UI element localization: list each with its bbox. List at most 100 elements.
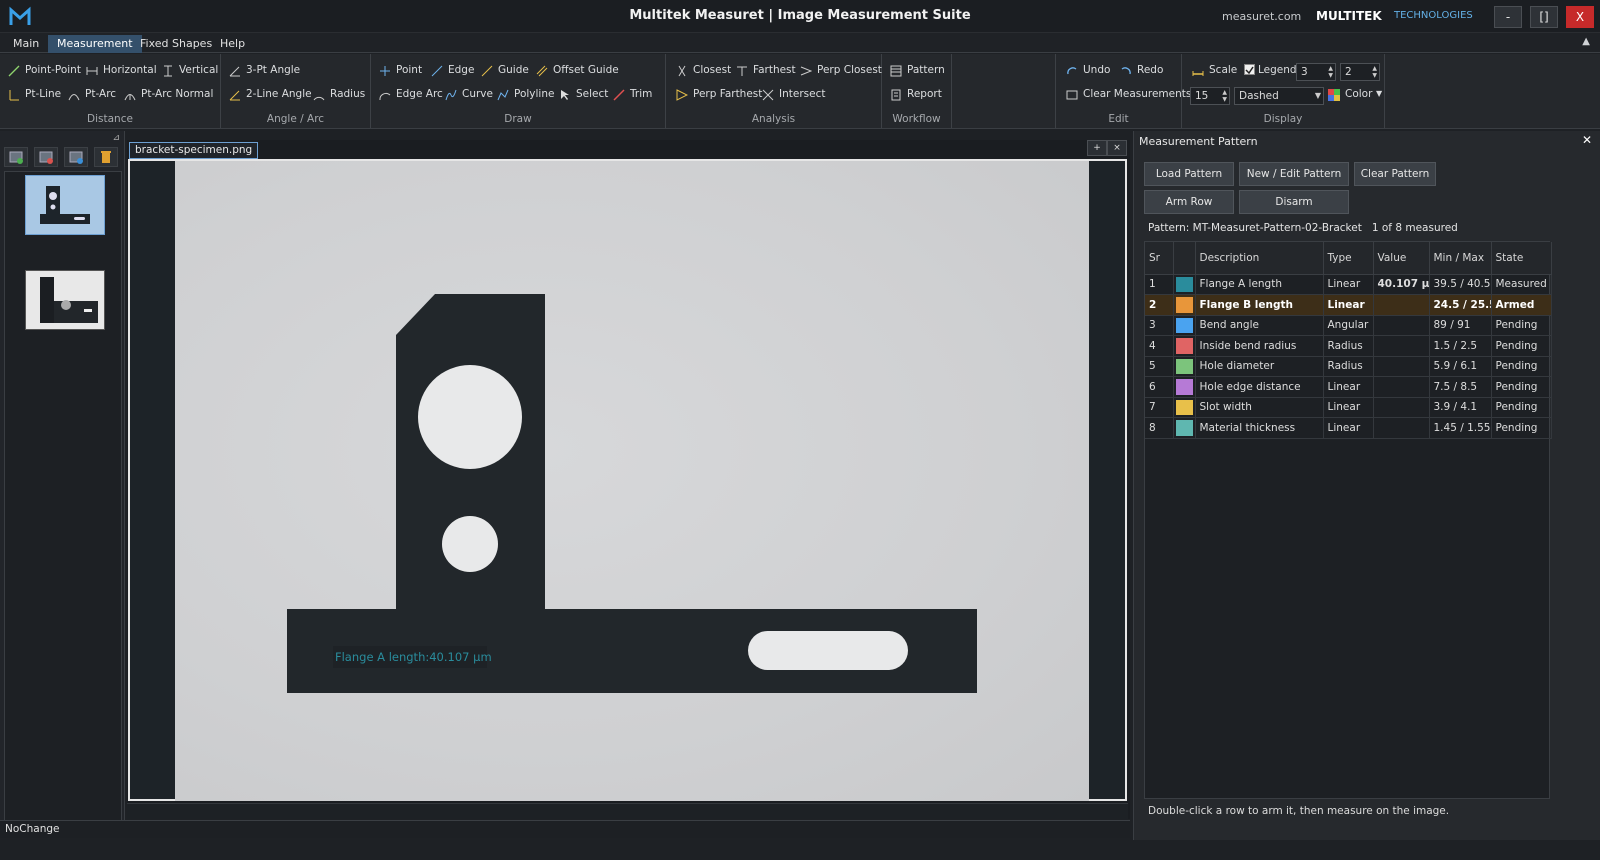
spinner-3-value: 15	[1195, 90, 1209, 102]
farthest-label: Farthest	[753, 64, 796, 76]
color-dropdown-icon[interactable]: ▼	[1376, 84, 1382, 104]
load-pattern-button[interactable]: Load Pattern	[1144, 162, 1234, 186]
table-row[interactable]: 1 Flange A lengthLinear40.107 µ...39.5 / …	[1145, 274, 1552, 295]
cell-type: Linear	[1323, 417, 1374, 439]
specimen-image[interactable]: Flange A length:40.107 µm	[175, 161, 1089, 801]
cell-color	[1173, 356, 1196, 377]
spinner-arrows-icon[interactable]: ▲ ▼	[1222, 89, 1227, 103]
menu-main[interactable]: Main	[4, 35, 48, 53]
clear-pattern-button[interactable]: Clear Pattern	[1354, 162, 1436, 186]
cell-type: Linear	[1323, 397, 1374, 418]
pin-icon[interactable]: ⊿	[112, 133, 120, 143]
legend-spinner-2[interactable]: 2 ▲ ▼	[1340, 63, 1380, 81]
cell-value: 40.107 µ...	[1373, 274, 1430, 295]
trash-icon	[101, 151, 111, 163]
chevron-down-icon[interactable]: ▼	[1315, 92, 1321, 100]
cell-type: Angular	[1323, 315, 1374, 336]
close-tab-button[interactable]: ×	[1107, 140, 1127, 156]
brand-name: MULTITEK	[1316, 9, 1382, 23]
spinner-1-value: 3	[1301, 66, 1308, 78]
add-image-icon	[9, 151, 23, 164]
arm-row-button[interactable]: Arm Row	[1144, 190, 1234, 214]
trim-label: Trim	[630, 88, 653, 100]
new-edit-pattern-button[interactable]: New / Edit Pattern	[1239, 162, 1349, 186]
group-title-workflow: Workflow	[892, 113, 941, 125]
spinner-2-value: 2	[1345, 66, 1352, 78]
cell-value	[1373, 397, 1430, 418]
column-header-state[interactable]: State	[1491, 242, 1552, 275]
table-row[interactable]: 8 Material thickness Linear 1.45 / 1.55 Pend…	[1145, 417, 1552, 439]
column-header-description[interactable]: Description	[1195, 242, 1324, 275]
thumbnail-bracket[interactable]	[25, 175, 105, 235]
pattern-info: Pattern: MT-Measuret-Pattern-02-Bracket …	[1148, 222, 1458, 234]
cell-sr: 2	[1145, 294, 1174, 316]
cell-color	[1173, 294, 1196, 316]
cell-color	[1173, 417, 1196, 439]
cell-minmax: 39.5 / 40.5	[1429, 274, 1492, 295]
remove-image-icon	[39, 151, 53, 164]
draw-edge-label: Edge	[448, 64, 475, 76]
column-header-minmax[interactable]: Min / Max	[1429, 242, 1492, 275]
vertical-label: Vertical	[179, 64, 219, 76]
table-row[interactable]: 3 Bend angle Angular 89 / 91 Pending	[1145, 315, 1552, 336]
cell-minmax: 5.9 / 6.1	[1429, 356, 1492, 377]
cell-state: Armed	[1491, 294, 1552, 316]
line-width-spinner[interactable]: 15 ▲ ▼	[1190, 87, 1230, 105]
remove-image-button[interactable]	[34, 147, 58, 167]
spinner-arrows-icon[interactable]: ▲ ▼	[1372, 65, 1377, 79]
cell-color	[1173, 274, 1196, 295]
horizontal-label: Horizontal	[103, 64, 157, 76]
close-window-button[interactable]: X	[1566, 6, 1594, 28]
legend-spinner-1[interactable]: 3 ▲ ▼	[1296, 63, 1336, 81]
cell-color	[1173, 376, 1196, 398]
cell-type: Linear	[1323, 294, 1374, 316]
table-row[interactable]: 7 Slot width Linear 3.9 / 4.1 Pending	[1145, 397, 1552, 418]
cell-type: Radius	[1323, 356, 1374, 377]
line-style-select[interactable]: Dashed ▼	[1234, 87, 1324, 105]
menu-help[interactable]: Help	[211, 35, 254, 53]
menu-fixed-shapes[interactable]: Fixed Shapes	[131, 35, 221, 53]
vertical-icon	[164, 65, 172, 77]
table-row[interactable]: 5 Hole diameter Radius 5.9 / 6.1 Pending	[1145, 356, 1552, 377]
disarm-button[interactable]: Disarm	[1239, 190, 1349, 214]
menu-bar: Main Measurement Fixed Shapes Help ▲	[0, 33, 1600, 53]
brand-site[interactable]: measuret.com	[1222, 10, 1301, 23]
intersect-label: Intersect	[779, 88, 826, 100]
ribbon-group-draw: Point Edge Guide Offset Guide Edge Arc C…	[371, 54, 666, 128]
cell-sr: 7	[1145, 397, 1174, 418]
column-header-type[interactable]: Type	[1323, 242, 1374, 275]
cell-state: Measured	[1491, 274, 1552, 295]
close-panel-icon[interactable]: ✕	[1582, 133, 1592, 147]
legend-checkbox[interactable]	[1244, 64, 1255, 75]
curve-icon	[445, 89, 457, 101]
maximize-button[interactable]: []	[1530, 6, 1558, 28]
table-row[interactable]: 2 Flange B length Linear 24.5 / 25.5 Armed	[1145, 294, 1552, 316]
column-header-sr[interactable]: Sr	[1145, 242, 1174, 275]
overlay-measurement-label[interactable]: Flange A length:40.107 µm	[335, 650, 492, 664]
minimize-button[interactable]: -	[1494, 6, 1522, 28]
thumbnail-product[interactable]	[25, 270, 105, 330]
add-image-button[interactable]	[4, 147, 28, 167]
color-swatch	[1175, 379, 1193, 395]
group-title-edit: Edit	[1108, 113, 1129, 125]
horizontal-scrollbar[interactable]	[127, 803, 1128, 819]
image-list-panel: ⊿	[0, 131, 125, 837]
spinner-arrows-icon[interactable]: ▲ ▼	[1328, 65, 1333, 79]
refresh-image-button[interactable]	[64, 147, 88, 167]
status-text: NoChange	[5, 823, 60, 835]
curve-label: Curve	[462, 88, 493, 100]
select-cursor-icon	[561, 90, 569, 100]
cell-color	[1173, 335, 1196, 357]
add-tab-button[interactable]: +	[1087, 140, 1107, 156]
column-header-color[interactable]	[1173, 242, 1196, 275]
menu-measurement[interactable]: Measurement	[48, 35, 142, 53]
delete-image-button[interactable]	[94, 147, 118, 167]
image-viewport[interactable]: Flange A length:40.107 µm	[128, 159, 1127, 801]
table-row[interactable]: 4 Inside bend radius Radius 1.5 / 2.5 Pendin…	[1145, 335, 1552, 357]
image-tab[interactable]: bracket-specimen.png	[129, 142, 259, 159]
table-row[interactable]: 6 Hole edge distance Linear 7.5 / 8.5 Pendin…	[1145, 376, 1552, 398]
edge-arc-icon	[379, 93, 391, 101]
cell-state: Pending	[1491, 376, 1552, 398]
column-header-value[interactable]: Value	[1373, 242, 1430, 275]
collapse-ribbon-icon[interactable]: ▲	[1582, 36, 1590, 47]
